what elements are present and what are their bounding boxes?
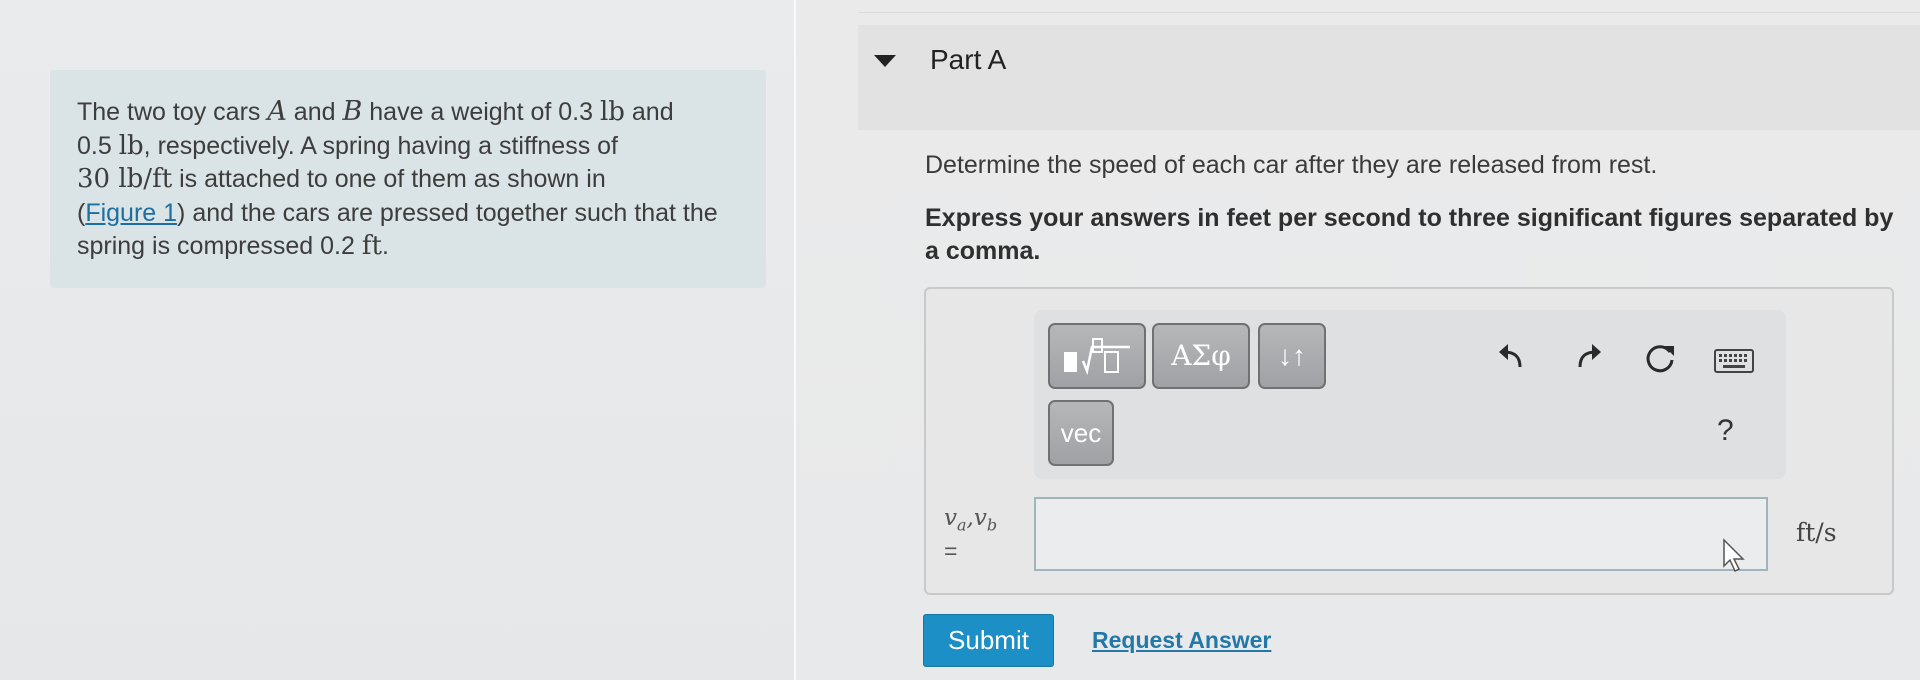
problem-text: spring is compressed 0.2 <box>77 232 362 260</box>
variable-symbol: v <box>944 505 957 531</box>
car-a-symbol: A <box>267 96 287 127</box>
answer-input[interactable] <box>1034 497 1768 571</box>
unit-lb: lb <box>118 130 144 161</box>
greek-icon: ΑΣφ <box>1171 339 1231 372</box>
help-icon[interactable]: ? <box>1717 414 1734 448</box>
instruction-text: Express your answers in feet per second … <box>925 204 1894 265</box>
problem-text: have a weight of 0.3 <box>362 98 600 126</box>
part-title[interactable]: Part A <box>930 44 1006 76</box>
templates-button[interactable] <box>1048 323 1146 389</box>
comma: , <box>966 505 974 531</box>
top-divider <box>858 12 1920 13</box>
question-text: Determine the speed of each car after th… <box>925 151 1658 179</box>
vec-label: vec <box>1060 418 1102 448</box>
variable-symbol: v <box>973 505 987 531</box>
problem-text: , respectively. A spring having a stiffn… <box>143 131 619 160</box>
car-b-symbol: B <box>342 96 363 127</box>
arrows-icon: ↓↑ <box>1278 340 1306 371</box>
request-answer-link[interactable]: Request Answer <box>1092 627 1271 654</box>
problem-text: ) and the cars are pressed together such… <box>177 198 718 227</box>
problem-text: 0.5 <box>77 131 119 160</box>
vec-button[interactable]: vec <box>1048 400 1114 466</box>
problem-text: . <box>381 232 389 260</box>
problem-text: is attached to one of them as shown in <box>172 165 606 193</box>
undo-icon[interactable] <box>1496 340 1528 372</box>
problem-text: The two toy cars <box>77 98 268 126</box>
subscript-b: b <box>986 515 998 535</box>
mouse-cursor-icon <box>1723 538 1745 573</box>
templates-icon <box>1064 338 1130 376</box>
answer-variable-label: va,vb <box>944 505 997 535</box>
submit-button[interactable]: Submit <box>923 614 1054 667</box>
redo-icon[interactable] <box>1572 340 1604 372</box>
figure-link[interactable]: Figure 1 <box>85 199 177 227</box>
unit-lb: lb <box>599 97 625 127</box>
problem-text: and <box>286 98 343 126</box>
problem-text: and <box>624 98 674 126</box>
math-toolbar <box>1034 310 1786 479</box>
problem-statement: The two toy cars A and B have a weight o… <box>77 95 757 264</box>
reset-icon[interactable] <box>1642 340 1678 376</box>
part-header[interactable] <box>858 25 1920 130</box>
greek-button[interactable]: ΑΣφ <box>1152 323 1250 389</box>
keyboard-icon[interactable] <box>1714 349 1754 373</box>
equals-sign: = <box>944 538 958 564</box>
stiffness-value: 30 lb/ft <box>77 164 173 194</box>
answer-unit: ft/s <box>1796 518 1837 547</box>
unit-ft: ft <box>361 231 382 261</box>
subscript-a: a <box>957 515 967 535</box>
arrows-button[interactable]: ↓↑ <box>1258 323 1326 389</box>
collapse-caret-icon[interactable] <box>874 55 896 67</box>
